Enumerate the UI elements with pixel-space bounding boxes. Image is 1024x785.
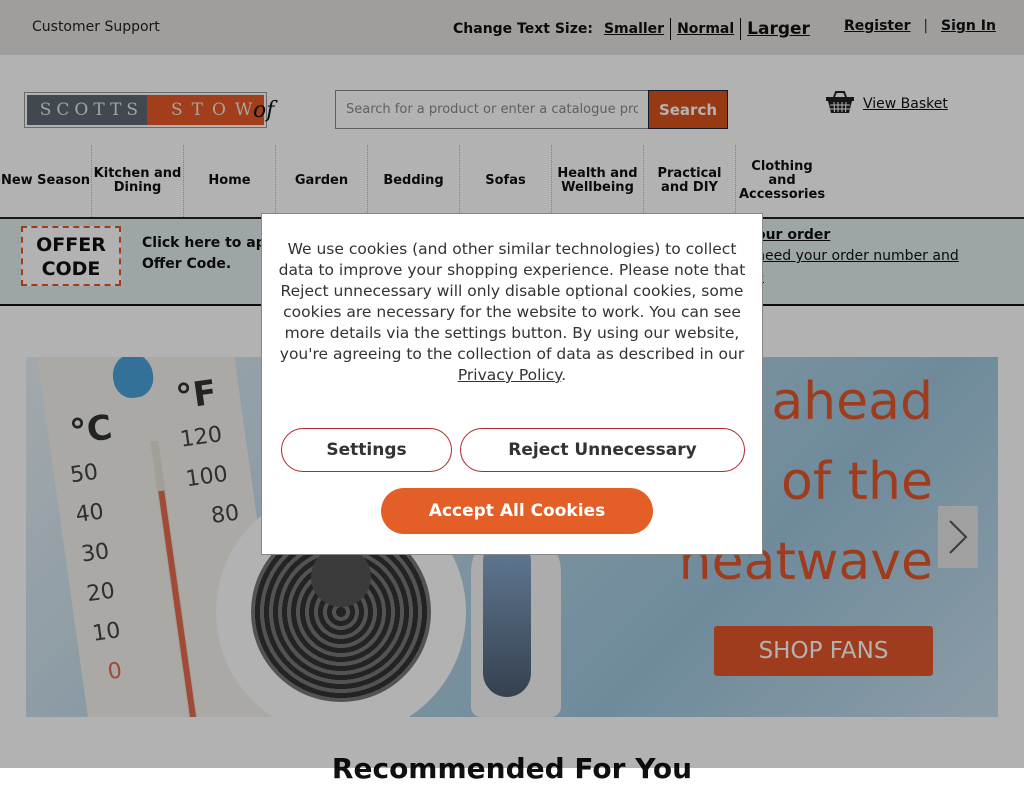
- privacy-policy-link[interactable]: Privacy Policy: [458, 366, 561, 384]
- cookie-message-text: We use cookies (and other similar techno…: [278, 240, 746, 363]
- accept-all-cookies-button[interactable]: Accept All Cookies: [381, 488, 653, 534]
- cookie-message: We use cookies (and other similar techno…: [274, 239, 750, 386]
- reject-unnecessary-button[interactable]: Reject Unnecessary: [460, 428, 745, 472]
- cookie-message-end: .: [561, 366, 567, 384]
- cookie-settings-button[interactable]: Settings: [281, 428, 452, 472]
- cookie-consent-dialog: We use cookies (and other similar techno…: [261, 213, 763, 555]
